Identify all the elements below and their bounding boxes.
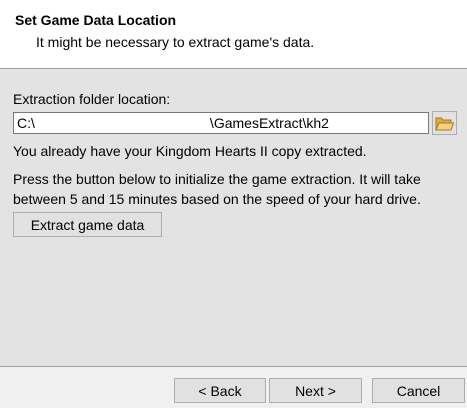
info-line: between 5 and 15 minutes based on the sp…	[13, 191, 421, 207]
browse-folder-button[interactable]	[432, 111, 457, 135]
extraction-folder-input[interactable]: C:\ \GamesExtract\kh2	[13, 112, 429, 134]
folder-open-icon	[435, 115, 455, 132]
info-line: Press the button below to initialize the…	[13, 171, 421, 187]
wizard-footer: < Back Next > Cancel	[0, 367, 467, 408]
extraction-info-text: Press the button below to initialize the…	[13, 169, 459, 209]
page-subtitle: It might be necessary to extract game's …	[36, 34, 315, 50]
wizard-content: Extraction folder location: C:\ \GamesEx…	[0, 69, 467, 366]
cancel-button[interactable]: Cancel	[372, 378, 465, 403]
extraction-status-text: You already have your Kingdom Hearts II …	[13, 143, 367, 159]
extraction-folder-label: Extraction folder location:	[13, 91, 171, 107]
back-button[interactable]: < Back	[174, 378, 266, 403]
wizard-header: Set Game Data Location It might be neces…	[0, 0, 467, 68]
page-title: Set Game Data Location	[15, 12, 177, 28]
next-button[interactable]: Next >	[269, 378, 362, 403]
extract-game-data-button[interactable]: Extract game data	[13, 212, 162, 237]
